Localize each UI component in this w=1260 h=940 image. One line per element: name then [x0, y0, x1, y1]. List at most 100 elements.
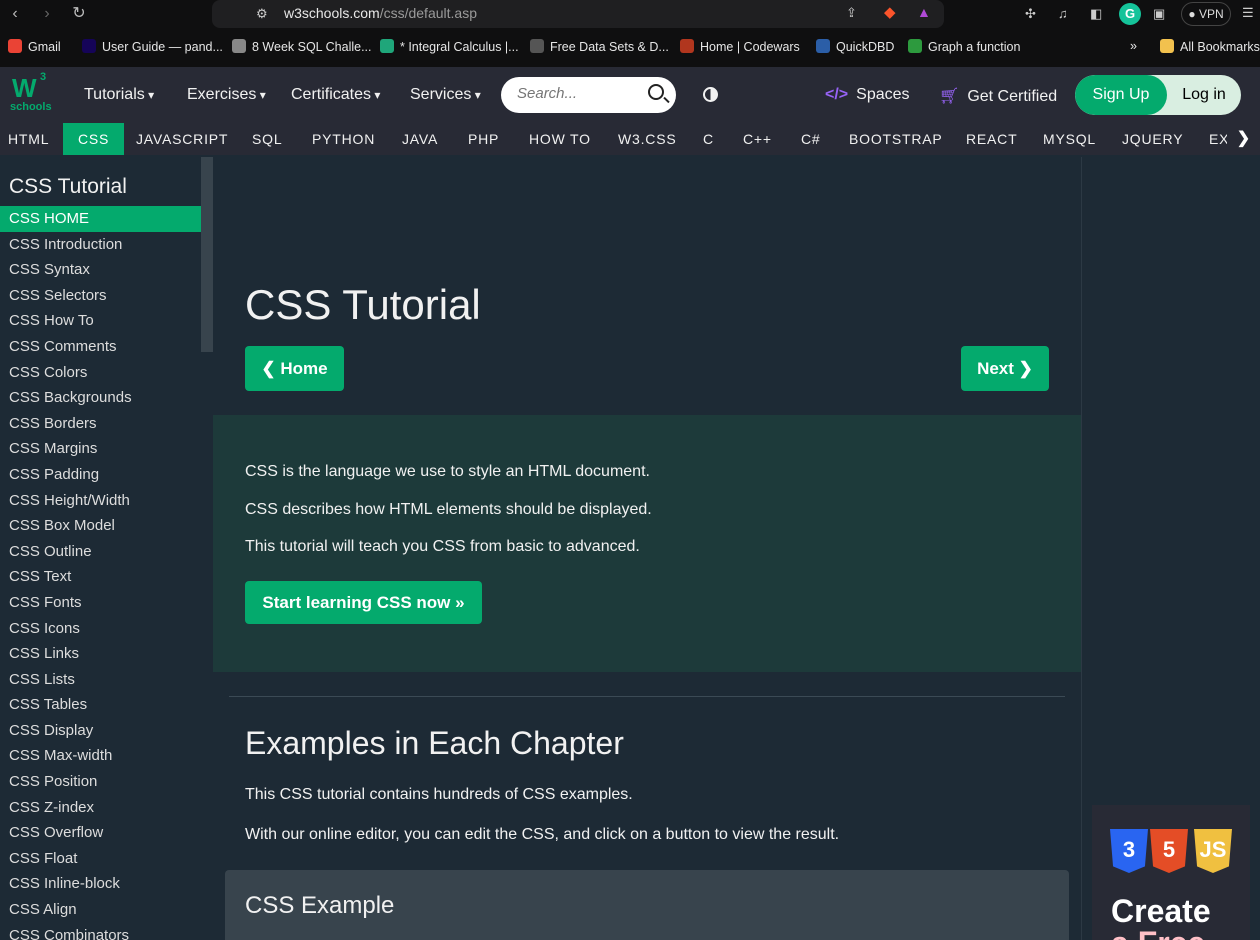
extensions-icon[interactable]: ✣ [1025, 6, 1036, 22]
bookmark-item[interactable]: 8 Week SQL Challe... [232, 39, 372, 54]
sidebar-item[interactable]: CSS Padding [0, 462, 201, 488]
subject-tab[interactable]: HTML [0, 123, 64, 155]
home-button[interactable]: ❮ Home [245, 346, 344, 391]
menu-tutorials[interactable]: Tutorials [84, 86, 154, 104]
subject-tab[interactable]: MYSQL [1028, 123, 1111, 155]
address-bar[interactable]: ⚙ w3schools.com/css/default.asp ⇪ ◆ ▲ [212, 0, 944, 28]
sidebar-item[interactable]: CSS How To [0, 308, 201, 334]
bookmark-label: 8 Week SQL Challe... [252, 40, 372, 54]
url-path: /css/default.asp [379, 5, 477, 21]
search-icon[interactable] [648, 84, 664, 100]
bookmark-label: QuickDBD [836, 40, 895, 54]
reload-icon[interactable]: ↻ [68, 3, 90, 25]
js-badge-label: JS [1199, 837, 1227, 862]
subject-tab[interactable]: C# [786, 123, 836, 155]
subject-tab[interactable]: C [688, 123, 729, 155]
menu-certificates[interactable]: Certificates [291, 86, 380, 104]
subjects-scroll-right-icon[interactable]: ❯ [1227, 123, 1260, 155]
subject-tab[interactable]: C++ [728, 123, 787, 155]
all-bookmarks-folder[interactable]: All Bookmarks [1160, 39, 1260, 54]
css3-badge-label: 3 [1122, 837, 1136, 862]
sidebar-item[interactable]: CSS Combinators [0, 923, 201, 940]
sidebar-item[interactable]: CSS Position [0, 769, 201, 795]
w3schools-logo[interactable]: W 3 schools [10, 71, 54, 117]
bookmark-item[interactable]: Graph a function [908, 39, 1020, 54]
more-bookmarks-icon[interactable]: » [1130, 39, 1137, 53]
subject-tab[interactable]: CSS [63, 123, 125, 155]
back-icon[interactable]: ‹ [4, 3, 26, 25]
sidebar-item[interactable]: CSS Borders [0, 411, 201, 437]
media-icon[interactable]: ♫ [1058, 6, 1068, 21]
menu-services[interactable]: Services [410, 86, 481, 104]
menu-exercises[interactable]: Exercises [187, 86, 266, 104]
sidebar-item[interactable]: CSS Backgrounds [0, 385, 201, 411]
subject-tab[interactable]: PHP [453, 123, 514, 155]
grammarly-icon[interactable]: G [1119, 3, 1141, 25]
bookmark-item[interactable]: User Guide — pand... [82, 39, 223, 54]
sidebar-item[interactable]: CSS Syntax [0, 257, 201, 283]
wallet-icon[interactable]: ▣ [1153, 6, 1165, 22]
sidebar-item[interactable]: CSS Display [0, 718, 201, 744]
examples-paragraph: This CSS tutorial contains hundreds of C… [245, 786, 633, 803]
bookmark-label: * Integral Calculus |... [400, 40, 519, 54]
site-info-icon[interactable]: ⚙ [256, 6, 268, 22]
menu-icon[interactable]: ☰ [1242, 5, 1254, 21]
next-button[interactable]: Next ❯ [961, 346, 1049, 391]
forward-icon[interactable]: › [36, 3, 58, 25]
subject-tab[interactable]: HOW TO [514, 123, 606, 155]
search-input[interactable] [517, 85, 637, 102]
subject-tab[interactable]: PYTHON [297, 123, 390, 155]
sidebar-item[interactable]: CSS Fonts [0, 590, 201, 616]
sidebar-item[interactable]: CSS HOME [0, 206, 201, 232]
sidebar-item[interactable]: CSS Colors [0, 360, 201, 386]
bookmark-item[interactable]: * Integral Calculus |... [380, 39, 519, 54]
page-title: CSS Tutorial [245, 281, 481, 328]
folder-icon [1160, 39, 1174, 53]
sidebar-item[interactable]: CSS Text [0, 564, 201, 590]
sidebar-item[interactable]: CSS Overflow [0, 820, 201, 846]
bookmark-item[interactable]: QuickDBD [816, 39, 894, 54]
sidebar-item[interactable]: CSS Float [0, 846, 201, 872]
subject-tab[interactable]: REACT [951, 123, 1032, 155]
vpn-button[interactable]: ● VPN [1181, 2, 1231, 26]
sidebar-item[interactable]: CSS Links [0, 641, 201, 667]
sidebar-item[interactable]: CSS Box Model [0, 513, 201, 539]
share-icon[interactable]: ⇪ [846, 5, 857, 21]
sidebar-item[interactable]: CSS Max-width [0, 743, 201, 769]
sidebar-item[interactable]: CSS Introduction [0, 232, 201, 258]
log-in-button[interactable]: Log in [1167, 75, 1241, 115]
spaces-link[interactable]: </> Spaces [825, 86, 910, 104]
sidebar-toggle-icon[interactable]: ◧ [1090, 6, 1102, 22]
sidebar-item[interactable]: CSS Selectors [0, 283, 201, 309]
brave-rewards-icon[interactable]: ▲ [917, 4, 931, 20]
bookmark-item[interactable]: Free Data Sets & D... [530, 39, 669, 54]
sidebar-item[interactable]: CSS Outline [0, 539, 201, 565]
sidebar-item[interactable]: CSS Inline-block [0, 871, 201, 897]
subject-tab[interactable]: SQL [237, 123, 297, 155]
sidebar-item[interactable]: CSS Margins [0, 436, 201, 462]
example-box-title: CSS Example [245, 892, 395, 919]
brave-shield-icon[interactable]: ◆ [884, 3, 896, 21]
bookmark-item[interactable]: Gmail [8, 39, 61, 54]
sidebar-item[interactable]: CSS Height/Width [0, 488, 201, 514]
subject-tab[interactable]: JAVA [387, 123, 453, 155]
get-certified-link[interactable]: 🛒︎ Get Certified [939, 86, 1057, 106]
sidebar-item[interactable]: CSS Z-index [0, 795, 201, 821]
bookmark-label: Graph a function [928, 40, 1021, 54]
sidebar-item[interactable]: CSS Lists [0, 667, 201, 693]
subject-tab[interactable]: JQUERY [1107, 123, 1198, 155]
sidebar-item[interactable]: CSS Icons [0, 616, 201, 642]
bookmark-item[interactable]: Home | Codewars [680, 39, 800, 54]
subject-tab[interactable]: JAVASCRIPT [121, 123, 243, 155]
sidebar-item[interactable]: CSS Comments [0, 334, 201, 360]
sidebar-item[interactable]: CSS Tables [0, 692, 201, 718]
sidebar-item[interactable]: CSS Align [0, 897, 201, 923]
advertisement[interactable]: 3 5 JS Create a Free [1092, 805, 1250, 940]
subject-tab[interactable]: W3.CSS [603, 123, 691, 155]
dark-mode-toggle-icon[interactable] [703, 87, 718, 102]
start-learning-button[interactable]: Start learning CSS now » [245, 581, 482, 624]
subject-tab[interactable]: BOOTSTRAP [834, 123, 958, 155]
logo-w: W [12, 73, 37, 103]
sidebar-scrollbar[interactable] [201, 157, 213, 352]
sign-up-button[interactable]: Sign Up [1075, 75, 1167, 115]
